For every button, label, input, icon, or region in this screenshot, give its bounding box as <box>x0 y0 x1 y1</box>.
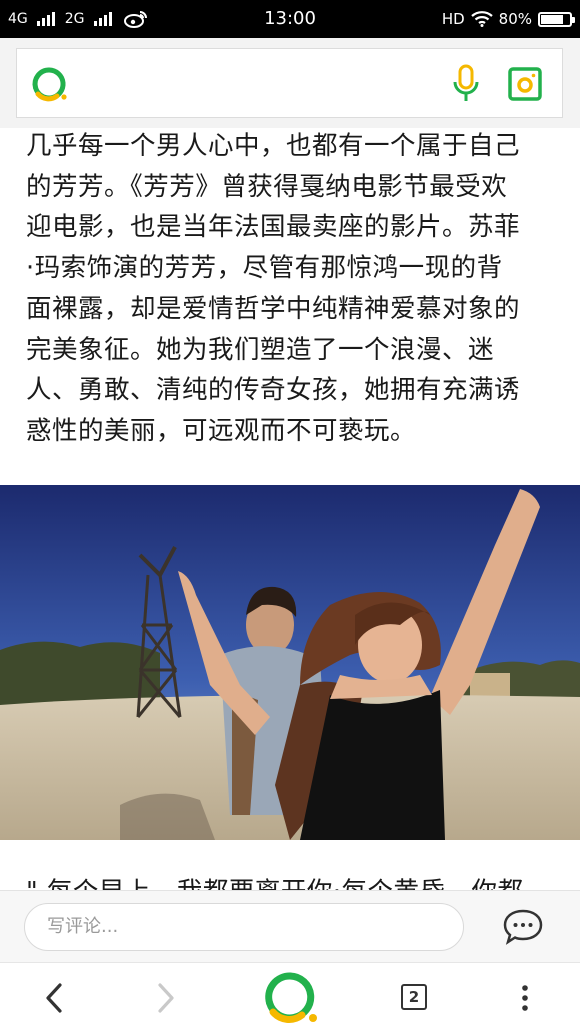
home-logo-icon[interactable] <box>262 971 318 1025</box>
article-paragraph: 几乎每一个男人心中，也都有一个属于自己 的芳芳。《芳芳》曾获得戛纳电影节最受欢 … <box>26 128 560 452</box>
comment-input[interactable]: 写评论... <box>24 903 464 951</box>
comment-bubble-icon[interactable] <box>502 907 544 947</box>
search-box[interactable] <box>16 48 563 118</box>
forward-arrow-icon[interactable] <box>150 981 180 1015</box>
article-content: 几乎每一个男人心中，也都有一个属于自己 的芳芳。《芳芳》曾获得戛纳电影节最受欢 … <box>0 128 580 890</box>
app-logo-icon <box>32 67 67 102</box>
paragraph-line: 迎电影，也是当年法国最卖座的影片。苏菲 <box>26 212 521 243</box>
search-header <box>0 38 580 128</box>
paragraph-line: 完美象征。她为我们塑造了一个浪漫、迷 <box>26 334 495 365</box>
microphone-icon[interactable] <box>449 64 483 104</box>
paragraph-line: ·玛索饰演的芳芳，尽管有那惊鸿一现的背 <box>26 253 503 284</box>
bottom-navigation: 2 <box>0 962 580 1032</box>
wifi-icon <box>470 11 493 27</box>
status-bar: 4G 2G 13:00 HD 80% <box>0 0 580 38</box>
status-right: HD 80% <box>441 0 575 38</box>
battery-percent: 80% <box>498 10 532 28</box>
battery-level <box>541 14 563 24</box>
paragraph-line: 面裸露，却是爱情哲学中纯精神爱慕对象的 <box>26 293 521 324</box>
article-photo[interactable] <box>0 485 580 840</box>
paragraph-line: 人、勇敢、清纯的传奇女孩，她拥有充满诱 <box>26 375 521 406</box>
hd-label: HD <box>441 10 465 28</box>
more-menu-icon[interactable] <box>510 981 540 1015</box>
paragraph-line: 惑性的美丽，可远观而不可亵玩。 <box>26 415 417 446</box>
camera-scan-icon[interactable] <box>507 66 543 102</box>
battery-icon <box>538 11 575 27</box>
article-next-line: " 每个早上，我都要离开你·每个黄昏，你都 <box>26 872 523 890</box>
tabs-count-button[interactable]: 2 <box>401 984 427 1010</box>
paragraph-line: 几乎每一个男人心中，也都有一个属于自己 <box>26 131 521 161</box>
paragraph-line: 的芳芳。《芳芳》曾获得戛纳电影节最受欢 <box>26 171 508 202</box>
comment-bar: 写评论... <box>0 890 580 963</box>
back-arrow-icon[interactable] <box>40 981 70 1015</box>
